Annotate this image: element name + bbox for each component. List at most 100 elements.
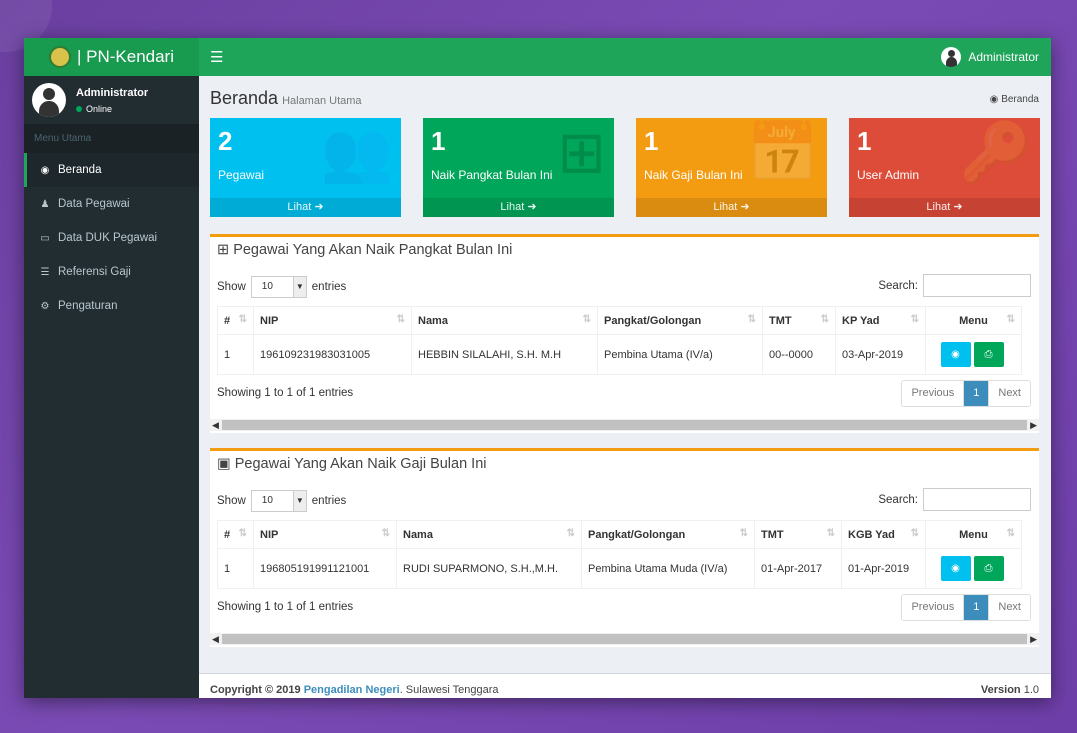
column-header[interactable]: Menu ⇅ xyxy=(925,306,1022,335)
column-header[interactable]: Nama ⇅ xyxy=(396,520,582,549)
chevron-down-icon: ▼ xyxy=(292,277,306,297)
search-input[interactable] xyxy=(923,274,1031,297)
entries-select[interactable]: 10 ▼ xyxy=(250,276,307,298)
stat-box-user-admin: 1 User Admin 🔑 Lihat ➜ xyxy=(849,118,1040,217)
column-header[interactable]: NIP ⇅ xyxy=(253,306,412,335)
previous-button[interactable]: Previous xyxy=(902,381,964,406)
breadcrumb-label: Beranda xyxy=(1001,94,1039,105)
breadcrumb[interactable]: ◉ Beranda xyxy=(990,94,1039,105)
sidebar-user-name: Administrator xyxy=(76,86,149,99)
stat-box-naik-gaji-bulan-ini: 1 Naik Gaji Bulan Ini 📅 Lihat ➜ xyxy=(636,118,827,217)
scroll-left-icon[interactable]: ◀ xyxy=(212,633,219,645)
sitemap-icon: ⊞ xyxy=(217,242,230,258)
sidebar-item-referensi-gaji[interactable]: ☰ Referensi Gaji xyxy=(24,255,199,289)
chevron-down-icon: ▼ xyxy=(292,491,306,511)
length-control: Show 10 ▼ entries xyxy=(217,490,346,512)
calendar-check-icon: 📅 xyxy=(746,120,819,185)
user-icon: ♟ xyxy=(40,198,50,210)
column-header[interactable]: Pangkat/Golongan ⇅ xyxy=(597,306,763,335)
scrollbar-thumb[interactable] xyxy=(222,634,1027,644)
stat-number: 1 xyxy=(857,126,872,156)
view-button[interactable]: ◉ xyxy=(940,342,971,367)
table-cell: 00--0000 xyxy=(762,334,836,375)
org-link[interactable]: Pengadilan Negeri xyxy=(304,684,400,696)
column-header[interactable]: # ⇅ xyxy=(217,306,254,335)
column-header[interactable]: NIP ⇅ xyxy=(253,520,397,549)
column-header[interactable]: TMT ⇅ xyxy=(754,520,842,549)
column-header[interactable]: Pangkat/Golongan ⇅ xyxy=(581,520,755,549)
search-control: Search: xyxy=(878,488,1031,511)
print-button[interactable]: ⎙ xyxy=(973,342,1004,367)
sort-icon: ⇅ xyxy=(238,528,247,539)
sidebar-item-beranda[interactable]: ◉ Beranda xyxy=(24,153,199,187)
stat-label: User Admin xyxy=(857,168,920,182)
scroll-right-icon[interactable]: ▶ xyxy=(1030,419,1037,431)
scrollbar-thumb[interactable] xyxy=(222,420,1027,430)
sidebar-toggle-button[interactable]: ☰ xyxy=(210,48,223,66)
show-label: Show xyxy=(217,281,246,293)
app-logo[interactable]: | PN-Kendari xyxy=(24,38,199,76)
stat-more-link[interactable]: Lihat ➜ xyxy=(636,198,827,217)
arrow-circle-right-icon: ➜ xyxy=(527,201,537,213)
sidebar-avatar-icon xyxy=(32,83,66,117)
print-button[interactable]: ⎙ xyxy=(973,556,1004,581)
stat-link-label: Lihat xyxy=(500,201,525,213)
table-cell: HEBBIN SILALAHI, S.H. M.H xyxy=(411,334,598,375)
credit-card-icon: ▭ xyxy=(40,232,50,244)
page-button[interactable]: 1 xyxy=(963,381,989,406)
table-info: Showing 1 to 1 of 1 entries xyxy=(217,601,354,613)
region-text: . Sulawesi Tenggara xyxy=(399,684,499,696)
table-cell: 1 xyxy=(217,548,254,589)
column-header[interactable]: TMT ⇅ xyxy=(762,306,836,335)
user-menu[interactable]: Administrator xyxy=(941,47,1039,67)
sidebar-header: Menu Utama xyxy=(24,124,199,153)
horizontal-scrollbar[interactable]: ◀ ▶ xyxy=(210,633,1039,645)
next-button[interactable]: Next xyxy=(988,595,1030,620)
panel-title-text: Pegawai Yang Akan Naik Pangkat Bulan Ini xyxy=(233,242,513,258)
scroll-left-icon[interactable]: ◀ xyxy=(212,419,219,431)
entries-select[interactable]: 10 ▼ xyxy=(250,490,307,512)
next-button[interactable]: Next xyxy=(988,381,1030,406)
sidebar-item-pengaturan[interactable]: ⚙ Pengaturan xyxy=(24,289,199,323)
sidebar-item-data-duk-pegawai[interactable]: ▭ Data DUK Pegawai xyxy=(24,221,199,255)
sort-icon: ⇅ xyxy=(826,528,835,539)
stat-number: 1 xyxy=(431,126,446,156)
sort-icon: ⇅ xyxy=(910,314,919,325)
cogs-icon: ⚙ xyxy=(40,300,50,312)
page-button[interactable]: 1 xyxy=(963,595,989,620)
page-title-text: Beranda xyxy=(210,88,279,108)
column-header[interactable]: KGB Yad ⇅ xyxy=(841,520,926,549)
column-header[interactable]: Nama ⇅ xyxy=(411,306,598,335)
top-navbar: | PN-Kendari ☰ Administrator xyxy=(24,38,1051,76)
stat-more-link[interactable]: Lihat ➜ xyxy=(423,198,614,217)
column-header[interactable]: Menu ⇅ xyxy=(925,520,1022,549)
court-emblem-icon xyxy=(48,46,71,68)
stat-number: 2 xyxy=(218,126,233,156)
column-header[interactable]: KP Yad ⇅ xyxy=(835,306,926,335)
view-button[interactable]: ◉ xyxy=(940,556,971,581)
stat-more-link[interactable]: Lihat ➜ xyxy=(849,198,1040,217)
sidebar-item-label: Beranda xyxy=(58,164,102,176)
column-header-label: TMT xyxy=(769,314,792,327)
eye-icon: ◉ xyxy=(951,349,960,360)
sidebar-menu: ◉ Beranda ♟ Data Pegawai ▭ Data DUK Pegawai ☰ R… xyxy=(24,153,199,323)
scroll-right-icon[interactable]: ▶ xyxy=(1030,633,1037,645)
sidebar-item-data-pegawai[interactable]: ♟ Data Pegawai xyxy=(24,187,199,221)
content-area: Beranda Halaman Utama ◉ Beranda 2 Pegawai 👥… xyxy=(199,76,1051,698)
sidebar-item-label: Data Pegawai xyxy=(58,198,130,210)
sort-icon: ⇅ xyxy=(238,314,247,325)
stat-more-link[interactable]: Lihat ➜ xyxy=(210,198,401,217)
table-cell: 1 xyxy=(217,334,254,375)
sitemap-icon: ⊞ xyxy=(557,120,606,185)
table-cell: 196805191991121001 xyxy=(253,548,397,589)
search-input[interactable] xyxy=(923,488,1031,511)
calendar-check-icon: ▣ xyxy=(217,456,231,472)
stat-number: 1 xyxy=(644,126,659,156)
table-info: Showing 1 to 1 of 1 entries xyxy=(217,387,354,399)
previous-button[interactable]: Previous xyxy=(902,595,964,620)
show-label: Show xyxy=(217,495,246,507)
stat-box-naik-pangkat-bulan-ini: 1 Naik Pangkat Bulan Ini ⊞ Lihat ➜ xyxy=(423,118,614,217)
column-header[interactable]: # ⇅ xyxy=(217,520,254,549)
horizontal-scrollbar[interactable]: ◀ ▶ xyxy=(210,419,1039,431)
copyright-text: Copyright © 2019 xyxy=(210,684,301,696)
